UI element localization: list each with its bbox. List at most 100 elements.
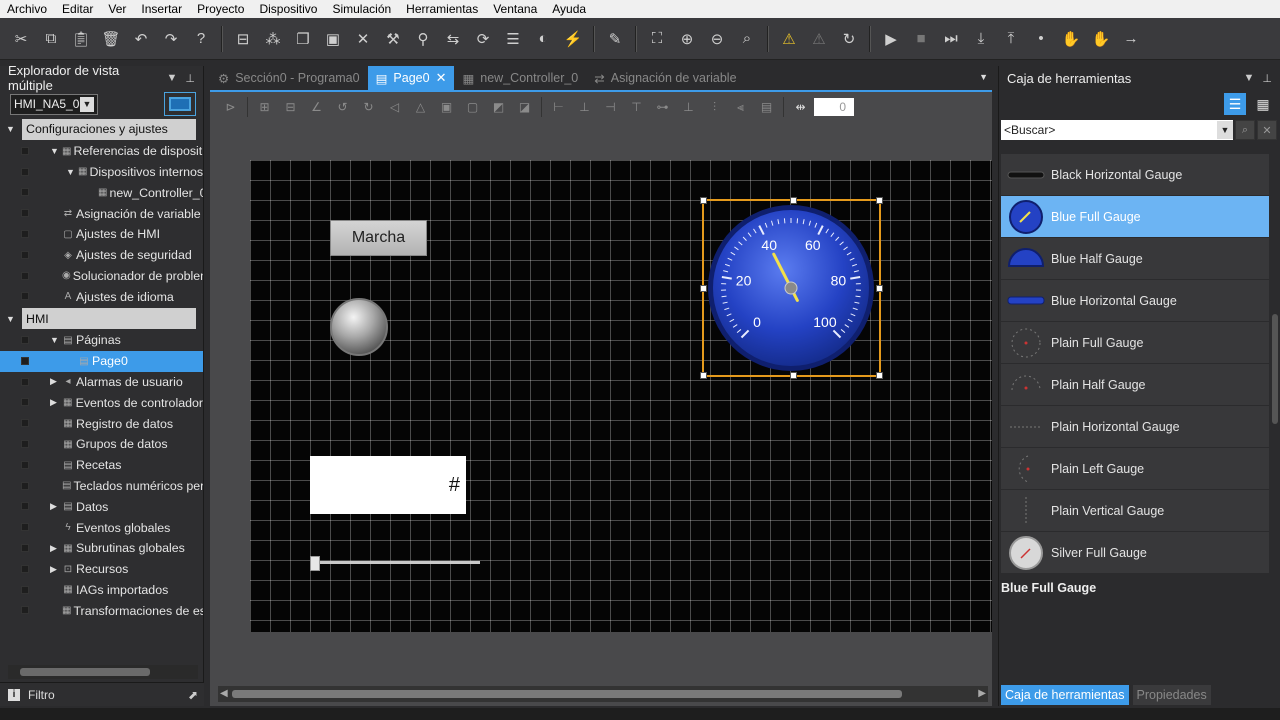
toolbox-item[interactable]: Blue Half Gauge xyxy=(1001,238,1269,280)
checkbox[interactable] xyxy=(21,585,29,594)
compile-icon[interactable]: ⚡ xyxy=(558,24,588,54)
distribute-v-icon[interactable]: ⫷ xyxy=(728,96,753,118)
dropdown-icon[interactable]: ▼ xyxy=(167,72,178,85)
delete-icon[interactable]: 🗑︎ xyxy=(96,24,126,54)
resize-handle[interactable] xyxy=(876,197,883,204)
group-icon[interactable]: ⊞ xyxy=(252,96,277,118)
menu-item[interactable]: Editar xyxy=(55,2,101,16)
cross-ref-icon[interactable]: ✕ xyxy=(348,24,378,54)
tree-item[interactable]: ▶ ▦ Subrutinas globales xyxy=(0,538,203,559)
stop-icon[interactable]: ■ xyxy=(906,24,936,54)
toolbox-item[interactable]: Plain Full Gauge xyxy=(1001,322,1269,364)
design-canvas[interactable]: Marcha # 0 20 40 60 80 100 xyxy=(250,160,992,632)
undo-icon[interactable]: ↶ xyxy=(126,24,156,54)
align-right-icon[interactable]: ⊣ xyxy=(598,96,623,118)
tree-item[interactable]: ▤ Recetas xyxy=(0,455,203,476)
clear-icon[interactable]: ✕ xyxy=(1257,120,1277,140)
tree-item[interactable]: ▶ ◂ Alarmas de usuario xyxy=(0,372,203,393)
tree-item[interactable]: ▼ HMI xyxy=(6,308,196,329)
ungroup-icon[interactable]: ⊟ xyxy=(278,96,303,118)
toolbox-item[interactable]: Plain Vertical Gauge xyxy=(1001,490,1269,532)
breakpoint-icon[interactable]: • xyxy=(1026,24,1056,54)
expand-toggle-icon[interactable]: ▶ xyxy=(50,564,57,575)
list-icon[interactable]: ☰ xyxy=(498,24,528,54)
menu-item[interactable]: Proyecto xyxy=(190,2,252,16)
checkbox[interactable] xyxy=(21,229,29,238)
checkbox[interactable] xyxy=(21,439,29,448)
zoom-in-icon[interactable]: ⊕ xyxy=(672,24,702,54)
fit-icon[interactable]: ⛶ xyxy=(642,24,672,54)
menu-item[interactable]: Ayuda xyxy=(545,2,594,16)
canvas-scrollbar[interactable]: ◀ ▶ xyxy=(218,686,988,702)
chevron-down-icon[interactable]: ▼ xyxy=(979,72,988,82)
search-icon[interactable]: ⌕ xyxy=(1235,120,1255,140)
tree-item[interactable]: ▦ new_Controller_0 xyxy=(0,182,203,203)
rotate-right-icon[interactable]: ↻ xyxy=(356,96,381,118)
spacing-icon[interactable]: ⇹ xyxy=(788,96,813,118)
sync-icon[interactable]: ⟳ xyxy=(468,24,498,54)
cut-icon[interactable]: ✂ xyxy=(6,24,36,54)
align-middle-icon[interactable]: ⊶ xyxy=(650,96,675,118)
list-view-icon[interactable]: ☰ xyxy=(1224,93,1246,115)
tree-item[interactable]: ▶ ⊡ Recursos xyxy=(0,559,203,580)
tab-properties[interactable]: Propiedades xyxy=(1132,685,1211,705)
copy-icon[interactable]: ⧉ xyxy=(36,24,66,54)
checkbox[interactable] xyxy=(21,543,29,552)
menu-item[interactable]: Insertar xyxy=(134,2,190,16)
step-icon[interactable]: ⏭ xyxy=(936,24,966,54)
menu-item[interactable]: Herramientas xyxy=(399,2,486,16)
tree-item[interactable]: ▤ Page0 xyxy=(0,350,203,372)
grid-view-icon[interactable]: ▦ xyxy=(1252,93,1274,115)
search-input[interactable]: <Buscar> ▼ xyxy=(1001,120,1233,140)
tree-item[interactable]: ▼ ▦ Dispositivos internos xyxy=(0,162,203,183)
toggle-icon[interactable]: ◐ xyxy=(528,24,558,54)
checkbox[interactable] xyxy=(21,271,29,280)
tree-item[interactable]: ◈ Ajustes de seguridad xyxy=(0,245,203,266)
pin-icon[interactable]: ⊥ xyxy=(185,72,195,85)
expand-toggle-icon[interactable]: ▶ xyxy=(50,397,57,408)
resize-handle[interactable] xyxy=(790,197,797,204)
transfer-icon[interactable]: ⇆ xyxy=(438,24,468,54)
tree-item[interactable]: ▦ Grupos de datos xyxy=(0,434,203,455)
tree-item[interactable]: ◉Solucionador de problemas xyxy=(0,266,203,287)
blue-full-gauge[interactable]: 0 20 40 60 80 100 xyxy=(708,205,875,372)
marcha-button[interactable]: Marcha xyxy=(330,220,427,256)
redo-icon[interactable]: ↷ xyxy=(156,24,186,54)
checkbox[interactable] xyxy=(21,481,29,490)
zoom-out-icon[interactable]: ⊖ xyxy=(702,24,732,54)
tree-item[interactable]: ▦ IAGs importados xyxy=(0,580,203,601)
scroll-thumb[interactable] xyxy=(232,690,902,698)
monitor-icon[interactable]: ▣ xyxy=(318,24,348,54)
forward-icon[interactable]: ◩ xyxy=(486,96,511,118)
scroll-thumb[interactable] xyxy=(1272,314,1278,424)
toolbox-item[interactable]: Blue Full Gauge xyxy=(1001,196,1269,238)
resize-handle[interactable] xyxy=(790,372,797,379)
zoom-search-icon[interactable]: ⌕ xyxy=(732,24,762,54)
dropdown-icon[interactable]: ▼ xyxy=(1244,72,1255,85)
expand-toggle-icon[interactable]: ▶ xyxy=(50,376,57,387)
tab-secci-n0-programa0[interactable]: ⚙ Sección0 - Programa0 xyxy=(210,66,368,90)
tree-item[interactable]: ▼ ▤ Páginas xyxy=(0,330,203,351)
tree-item[interactable]: ▢ Ajustes de HMI xyxy=(0,224,203,245)
slider-track[interactable] xyxy=(314,561,480,564)
align-bottom-icon[interactable]: ⊥ xyxy=(676,96,701,118)
refresh-icon[interactable]: ↻ xyxy=(834,24,864,54)
flip-h-icon[interactable]: ◁ xyxy=(382,96,407,118)
paste-icon[interactable]: 📋︎ xyxy=(66,24,96,54)
edit-icon[interactable]: ✎ xyxy=(600,24,630,54)
gauge-selection[interactable]: 0 20 40 60 80 100 xyxy=(700,197,883,379)
toolbox-item[interactable]: Plain Left Gauge xyxy=(1001,448,1269,490)
scroll-thumb[interactable] xyxy=(20,668,150,676)
scroll-right-icon[interactable]: ▶ xyxy=(978,688,986,699)
tree-item[interactable]: A Ajustes de idioma xyxy=(0,286,203,307)
expand-toggle-icon[interactable]: ▼ xyxy=(6,124,15,134)
toolbox-item[interactable]: Plain Horizontal Gauge xyxy=(1001,406,1269,448)
toolbox-item[interactable]: Blue Horizontal Gauge xyxy=(1001,280,1269,322)
device-select[interactable]: HMI_NA5_0 ▼ xyxy=(10,93,98,115)
toolbox-item[interactable]: Plain Half Gauge xyxy=(1001,364,1269,406)
slider[interactable] xyxy=(310,556,482,571)
warning-off-icon[interactable]: ⚠ xyxy=(804,24,834,54)
tree-item[interactable]: ϟ Eventos globales xyxy=(0,517,203,538)
checkbox[interactable] xyxy=(21,523,29,532)
checkbox[interactable] xyxy=(21,398,29,407)
